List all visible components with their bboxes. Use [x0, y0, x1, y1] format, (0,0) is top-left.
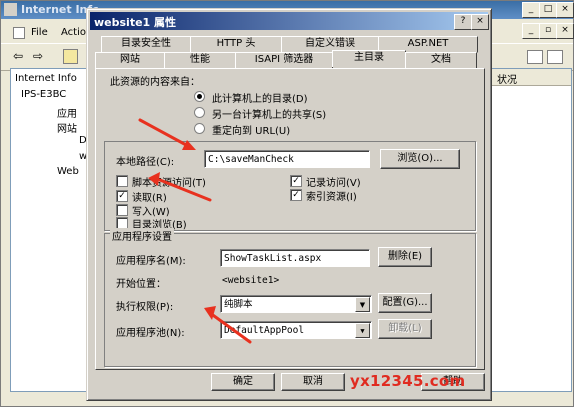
annotation-arrowhead-exec: [204, 306, 216, 320]
annotation-layer: [138, 118, 252, 344]
annotation-arrow-exec: [208, 311, 252, 344]
annotation-arrowhead-read: [148, 172, 160, 186]
annotation-arrow-read: [158, 178, 212, 202]
watermark: yx12345.com: [350, 372, 466, 390]
annotation-arrow-path: [138, 118, 190, 148]
